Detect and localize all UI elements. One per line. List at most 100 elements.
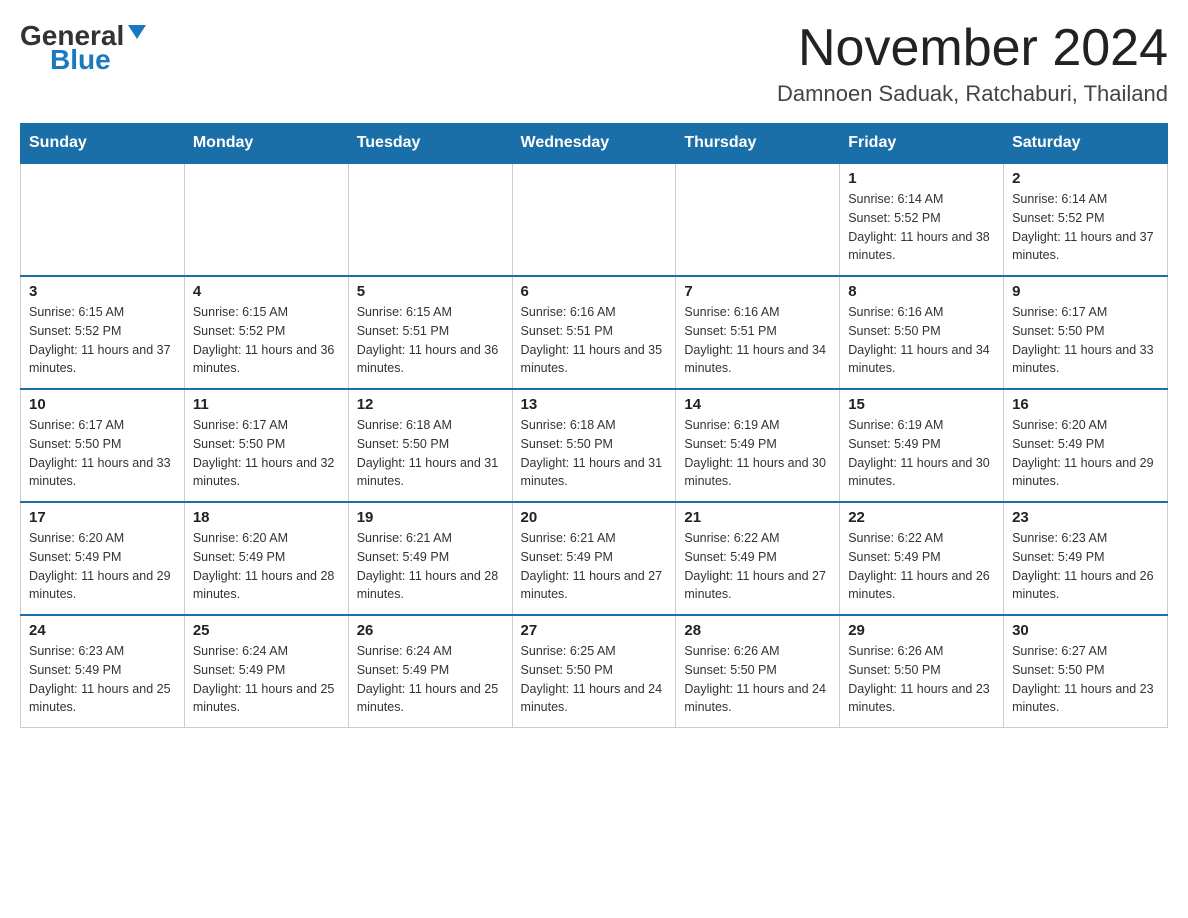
- day-number: 14: [684, 396, 831, 413]
- page-header: General Blue November 2024 Damnoen Sadua…: [20, 20, 1168, 107]
- calendar-cell: 7 Sunrise: 6:16 AMSunset: 5:51 PMDaylight…: [676, 276, 840, 389]
- calendar-cell: 13 Sunrise: 6:18 AMSunset: 5:50 PMDayligh…: [512, 389, 676, 502]
- calendar-cell: 29 Sunrise: 6:26 AMSunset: 5:50 PMDayligh…: [840, 615, 1004, 728]
- day-number: 13: [521, 396, 668, 413]
- day-number: 26: [357, 622, 504, 639]
- day-info: Sunrise: 6:20 AMSunset: 5:49 PMDaylight:…: [1012, 416, 1159, 491]
- day-info: Sunrise: 6:24 AMSunset: 5:49 PMDaylight:…: [357, 642, 504, 717]
- calendar-cell: 4 Sunrise: 6:15 AMSunset: 5:52 PMDaylight…: [184, 276, 348, 389]
- day-number: 19: [357, 509, 504, 526]
- day-info: Sunrise: 6:23 AMSunset: 5:49 PMDaylight:…: [1012, 529, 1159, 604]
- calendar-cell: 23 Sunrise: 6:23 AMSunset: 5:49 PMDayligh…: [1004, 502, 1168, 615]
- day-info: Sunrise: 6:14 AMSunset: 5:52 PMDaylight:…: [1012, 190, 1159, 265]
- calendar-cell: 5Sunrise: 6:15 AMSunset: 5:51 PMDaylight…: [348, 276, 512, 389]
- day-info: Sunrise: 6:16 AMSunset: 5:51 PMDaylight:…: [521, 303, 668, 378]
- day-info: Sunrise: 6:17 AMSunset: 5:50 PMDaylight:…: [1012, 303, 1159, 378]
- day-number: 11: [193, 396, 340, 413]
- day-info: Sunrise: 6:22 AMSunset: 5:49 PMDaylight:…: [684, 529, 831, 604]
- day-info: Sunrise: 6:15 AMSunset: 5:51 PMDaylight:…: [357, 303, 504, 378]
- day-number: 15: [848, 396, 995, 413]
- day-info: Sunrise: 6:17 AMSunset: 5:50 PMDaylight:…: [193, 416, 340, 491]
- logo-blue-text: Blue: [50, 44, 111, 76]
- day-number: 18: [193, 509, 340, 526]
- header-day-tuesday: Tuesday: [348, 124, 512, 164]
- week-row-2: 10 Sunrise: 6:17 AMSunset: 5:50 PMDayligh…: [21, 389, 1168, 502]
- calendar-cell: 19 Sunrise: 6:21 AMSunset: 5:49 PMDayligh…: [348, 502, 512, 615]
- calendar-cell: 27Sunrise: 6:25 AMSunset: 5:50 PMDayligh…: [512, 615, 676, 728]
- day-info: Sunrise: 6:25 AMSunset: 5:50 PMDaylight:…: [521, 642, 668, 717]
- day-info: Sunrise: 6:18 AMSunset: 5:50 PMDaylight:…: [521, 416, 668, 491]
- calendar-table: SundayMondayTuesdayWednesdayThursdayFrid…: [20, 123, 1168, 728]
- day-number: 17: [29, 509, 176, 526]
- day-info: Sunrise: 6:20 AMSunset: 5:49 PMDaylight:…: [29, 529, 176, 604]
- calendar-cell: 1 Sunrise: 6:14 AMSunset: 5:52 PMDaylight…: [840, 163, 1004, 276]
- day-info: Sunrise: 6:19 AMSunset: 5:49 PMDaylight:…: [684, 416, 831, 491]
- calendar-cell: 10 Sunrise: 6:17 AMSunset: 5:50 PMDayligh…: [21, 389, 185, 502]
- calendar-cell: 3Sunrise: 6:15 AMSunset: 5:52 PMDaylight…: [21, 276, 185, 389]
- week-row-4: 24Sunrise: 6:23 AMSunset: 5:49 PMDayligh…: [21, 615, 1168, 728]
- calendar-cell: 30 Sunrise: 6:27 AMSunset: 5:50 PMDayligh…: [1004, 615, 1168, 728]
- calendar-cell: 9 Sunrise: 6:17 AMSunset: 5:50 PMDaylight…: [1004, 276, 1168, 389]
- calendar-cell: 8Sunrise: 6:16 AMSunset: 5:50 PMDaylight…: [840, 276, 1004, 389]
- title-block: November 2024 Damnoen Saduak, Ratchaburi…: [777, 20, 1168, 107]
- calendar-cell: 20Sunrise: 6:21 AMSunset: 5:49 PMDayligh…: [512, 502, 676, 615]
- calendar-cell: [348, 163, 512, 276]
- day-number: 21: [684, 509, 831, 526]
- header-day-saturday: Saturday: [1004, 124, 1168, 164]
- day-number: 30: [1012, 622, 1159, 639]
- day-number: 1: [848, 170, 995, 187]
- calendar-cell: 14 Sunrise: 6:19 AMSunset: 5:49 PMDayligh…: [676, 389, 840, 502]
- calendar-cell: 25Sunrise: 6:24 AMSunset: 5:49 PMDayligh…: [184, 615, 348, 728]
- day-info: Sunrise: 6:14 AMSunset: 5:52 PMDaylight:…: [848, 190, 995, 265]
- day-info: Sunrise: 6:26 AMSunset: 5:50 PMDaylight:…: [684, 642, 831, 717]
- day-info: Sunrise: 6:16 AMSunset: 5:51 PMDaylight:…: [684, 303, 831, 378]
- day-number: 29: [848, 622, 995, 639]
- day-number: 28: [684, 622, 831, 639]
- calendar-cell: 18 Sunrise: 6:20 AMSunset: 5:49 PMDayligh…: [184, 502, 348, 615]
- day-info: Sunrise: 6:21 AMSunset: 5:49 PMDaylight:…: [521, 529, 668, 604]
- header-day-thursday: Thursday: [676, 124, 840, 164]
- day-info: Sunrise: 6:21 AMSunset: 5:49 PMDaylight:…: [357, 529, 504, 604]
- calendar-cell: 17 Sunrise: 6:20 AMSunset: 5:49 PMDayligh…: [21, 502, 185, 615]
- day-number: 10: [29, 396, 176, 413]
- day-number: 24: [29, 622, 176, 639]
- day-info: Sunrise: 6:15 AMSunset: 5:52 PMDaylight:…: [193, 303, 340, 378]
- day-info: Sunrise: 6:24 AMSunset: 5:49 PMDaylight:…: [193, 642, 340, 717]
- day-info: Sunrise: 6:16 AMSunset: 5:50 PMDaylight:…: [848, 303, 995, 378]
- day-number: 23: [1012, 509, 1159, 526]
- header-day-monday: Monday: [184, 124, 348, 164]
- calendar-cell: [512, 163, 676, 276]
- calendar-cell: 24Sunrise: 6:23 AMSunset: 5:49 PMDayligh…: [21, 615, 185, 728]
- calendar-body: 1 Sunrise: 6:14 AMSunset: 5:52 PMDaylight…: [21, 163, 1168, 728]
- calendar-header: SundayMondayTuesdayWednesdayThursdayFrid…: [21, 124, 1168, 164]
- calendar-cell: 2 Sunrise: 6:14 AMSunset: 5:52 PMDaylight…: [1004, 163, 1168, 276]
- calendar-cell: 11 Sunrise: 6:17 AMSunset: 5:50 PMDayligh…: [184, 389, 348, 502]
- location-title: Damnoen Saduak, Ratchaburi, Thailand: [777, 81, 1168, 107]
- header-day-friday: Friday: [840, 124, 1004, 164]
- day-number: 22: [848, 509, 995, 526]
- day-info: Sunrise: 6:20 AMSunset: 5:49 PMDaylight:…: [193, 529, 340, 604]
- calendar-cell: 28 Sunrise: 6:26 AMSunset: 5:50 PMDayligh…: [676, 615, 840, 728]
- day-info: Sunrise: 6:26 AMSunset: 5:50 PMDaylight:…: [848, 642, 995, 717]
- day-info: Sunrise: 6:22 AMSunset: 5:49 PMDaylight:…: [848, 529, 995, 604]
- calendar-cell: [184, 163, 348, 276]
- day-info: Sunrise: 6:15 AMSunset: 5:52 PMDaylight:…: [29, 303, 176, 378]
- calendar-cell: 21 Sunrise: 6:22 AMSunset: 5:49 PMDayligh…: [676, 502, 840, 615]
- week-row-3: 17 Sunrise: 6:20 AMSunset: 5:49 PMDayligh…: [21, 502, 1168, 615]
- calendar-cell: [21, 163, 185, 276]
- logo-triangle-icon: [128, 25, 146, 39]
- calendar-cell: 16Sunrise: 6:20 AMSunset: 5:49 PMDayligh…: [1004, 389, 1168, 502]
- week-row-0: 1 Sunrise: 6:14 AMSunset: 5:52 PMDaylight…: [21, 163, 1168, 276]
- week-row-1: 3Sunrise: 6:15 AMSunset: 5:52 PMDaylight…: [21, 276, 1168, 389]
- day-number: 2: [1012, 170, 1159, 187]
- day-number: 7: [684, 283, 831, 300]
- day-number: 6: [521, 283, 668, 300]
- day-number: 4: [193, 283, 340, 300]
- day-number: 9: [1012, 283, 1159, 300]
- logo: General Blue: [20, 20, 146, 76]
- day-info: Sunrise: 6:27 AMSunset: 5:50 PMDaylight:…: [1012, 642, 1159, 717]
- calendar-cell: [676, 163, 840, 276]
- day-info: Sunrise: 6:17 AMSunset: 5:50 PMDaylight:…: [29, 416, 176, 491]
- header-day-sunday: Sunday: [21, 124, 185, 164]
- calendar-cell: 22 Sunrise: 6:22 AMSunset: 5:49 PMDayligh…: [840, 502, 1004, 615]
